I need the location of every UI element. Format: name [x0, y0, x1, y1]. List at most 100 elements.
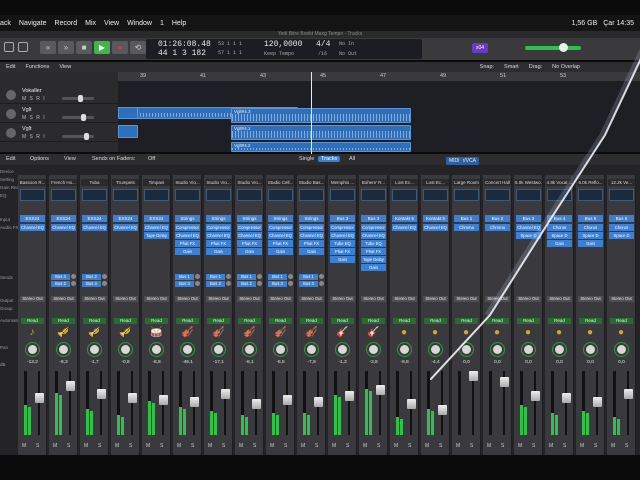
track-mute-solo-buttons[interactable]: M S R I — [22, 134, 46, 140]
volume-fader[interactable] — [97, 389, 106, 399]
mute-button[interactable]: M — [425, 443, 429, 449]
audio-fx-slot[interactable]: Channel EQ — [144, 224, 169, 231]
audio-fx-slot[interactable]: Channel EQ — [51, 224, 76, 231]
volume-fader[interactable] — [128, 393, 137, 403]
channel-strip[interactable]: Studio Bas... Strings Compressor Channel EQ… — [297, 175, 326, 458]
audio-fx-slot[interactable]: Gain — [547, 240, 572, 247]
eq-thumbnail[interactable] — [175, 189, 200, 201]
mute-button[interactable]: M — [239, 443, 243, 449]
volume-fader[interactable] — [500, 377, 509, 387]
channel-strip[interactable]: Memphis ... Bus 3 Compressor Channel EQ Tube… — [328, 175, 357, 458]
output-slot[interactable]: Stereo Out — [82, 296, 107, 302]
menu-item-7[interactable]: Help — [172, 20, 186, 27]
audio-fx-slot[interactable]: Compressor — [237, 224, 262, 231]
channel-strip[interactable]: Studio Vio... Strings Compressor Channel EQ… — [204, 175, 233, 458]
pan-knob[interactable] — [615, 343, 628, 356]
volume-fader[interactable] — [407, 399, 416, 409]
pan-knob[interactable] — [460, 343, 473, 356]
send-level-knob[interactable] — [288, 274, 293, 279]
menu-item-3[interactable]: Mix — [85, 20, 96, 27]
mute-button[interactable]: M — [270, 443, 274, 449]
solo-button[interactable]: S — [67, 443, 70, 449]
audio-fx-slot[interactable]: Channel EQ — [423, 224, 448, 231]
lcd-display[interactable]: 01:26:08.48 44 1 3 182 53 1 1 1 57 1 1 1… — [146, 39, 422, 59]
eq-thumbnail[interactable] — [423, 189, 448, 201]
audio-fx-slot[interactable]: Space D — [547, 232, 572, 239]
audio-fx-slot[interactable]: Gain — [578, 240, 603, 247]
channel-strip[interactable]: 4.8k Vocal ... Bus 4 Chorus Space D Gain Ster… — [545, 175, 574, 458]
output-slot[interactable]: Stereo Out — [144, 296, 169, 302]
play-button[interactable]: ▶ — [94, 41, 110, 54]
send-level-knob[interactable] — [226, 281, 231, 286]
audio-region-fragment[interactable] — [118, 107, 138, 119]
mute-button[interactable]: M — [456, 443, 460, 449]
send-slot[interactable]: Bus 3 — [206, 281, 225, 287]
input-slot[interactable]: Bus 2 — [485, 215, 510, 222]
audio-region[interactable]: Vglt#4.2 — [231, 142, 411, 152]
audio-fx-slot[interactable]: Space D — [578, 232, 603, 239]
audio-fx-slot[interactable]: Tube EQ — [330, 240, 355, 247]
volume-fader[interactable] — [469, 371, 478, 381]
mute-button[interactable]: M — [611, 443, 615, 449]
output-slot[interactable]: Stereo Out — [423, 296, 448, 302]
send-level-knob[interactable] — [102, 274, 107, 279]
solo-button[interactable]: S — [346, 443, 349, 449]
eq-thumbnail[interactable] — [82, 189, 107, 201]
pan-knob[interactable] — [336, 343, 349, 356]
audio-fx-slot[interactable]: Compressor — [175, 224, 200, 231]
audio-fx-slot[interactable]: Phat FX — [299, 240, 324, 247]
input-slot[interactable]: Bus 5 — [578, 215, 603, 222]
input-slot[interactable]: Bus 3 — [361, 215, 386, 222]
rewind-button[interactable]: « — [40, 41, 56, 54]
output-slot[interactable]: Stereo Out — [547, 296, 572, 302]
volume-fader[interactable] — [66, 381, 75, 391]
audio-region-fragment[interactable] — [118, 125, 138, 138]
pan-knob[interactable] — [212, 343, 225, 356]
audio-fx-slot[interactable]: Phat FX — [206, 240, 231, 247]
send-slot[interactable]: Bus 1 — [268, 274, 287, 280]
audio-fx-slot[interactable]: Compressor — [268, 224, 293, 231]
mute-button[interactable]: M — [208, 443, 212, 449]
mute-button[interactable]: M — [580, 443, 584, 449]
audio-fx-slot[interactable]: Phat FX — [268, 240, 293, 247]
audio-region[interactable]: Vglt#4.3 — [231, 108, 411, 123]
eq-thumbnail[interactable] — [20, 189, 45, 201]
output-slot[interactable]: Stereo Out — [175, 296, 200, 302]
automation-mode[interactable]: Read — [610, 318, 633, 324]
mute-button[interactable]: M — [549, 443, 553, 449]
automation-mode[interactable]: Read — [517, 318, 540, 324]
pan-knob[interactable] — [274, 343, 287, 356]
volume-fader[interactable] — [562, 393, 571, 403]
input-slot[interactable]: Bus 6 — [609, 215, 634, 222]
automation-mode[interactable]: Read — [300, 318, 323, 324]
input-slot[interactable]: Kontakt 5 — [423, 215, 448, 222]
pan-knob[interactable] — [88, 343, 101, 356]
solo-button[interactable]: S — [408, 443, 411, 449]
solo-button[interactable]: S — [129, 443, 132, 449]
output-slot[interactable]: Stereo Out — [299, 296, 324, 302]
eq-thumbnail[interactable] — [299, 189, 324, 201]
audio-fx-slot[interactable]: Channel EQ — [268, 232, 293, 239]
automation-mode[interactable]: Read — [207, 318, 230, 324]
audio-fx-slot[interactable]: Space D — [609, 232, 634, 239]
channel-strip[interactable]: 6.0k Reflo... Bus 5 Chorus Space D Gain Stere… — [576, 175, 605, 458]
audio-fx-slot[interactable]: Gain — [361, 264, 386, 271]
volume-fader[interactable] — [159, 395, 168, 405]
channel-strip[interactable]: Tuba EXS24 Channel EQ Bus 2 Bus 3 Stereo Out R… — [80, 175, 109, 458]
playhead[interactable] — [311, 72, 312, 154]
view-all-button[interactable]: All — [346, 156, 358, 162]
audio-fx-slot[interactable]: Channel EQ — [206, 232, 231, 239]
input-slot[interactable]: EXS24 — [113, 215, 138, 222]
send-slot[interactable]: Bus 3 — [268, 281, 287, 287]
solo-button[interactable]: S — [315, 443, 318, 449]
eq-thumbnail[interactable] — [330, 189, 355, 201]
audio-fx-slot[interactable]: Chroma — [485, 224, 510, 231]
output-slot[interactable]: Stereo Out — [20, 296, 45, 302]
solo-button[interactable]: S — [470, 443, 473, 449]
pan-knob[interactable] — [26, 343, 39, 356]
view-tracks-button[interactable]: Tracks — [318, 156, 341, 162]
pan-knob[interactable] — [243, 343, 256, 356]
send-slot[interactable]: Bus 3 — [82, 281, 101, 287]
audio-fx-slot[interactable]: Channel EQ — [20, 224, 45, 231]
audio-fx-slot[interactable]: Phat FX — [361, 248, 386, 255]
